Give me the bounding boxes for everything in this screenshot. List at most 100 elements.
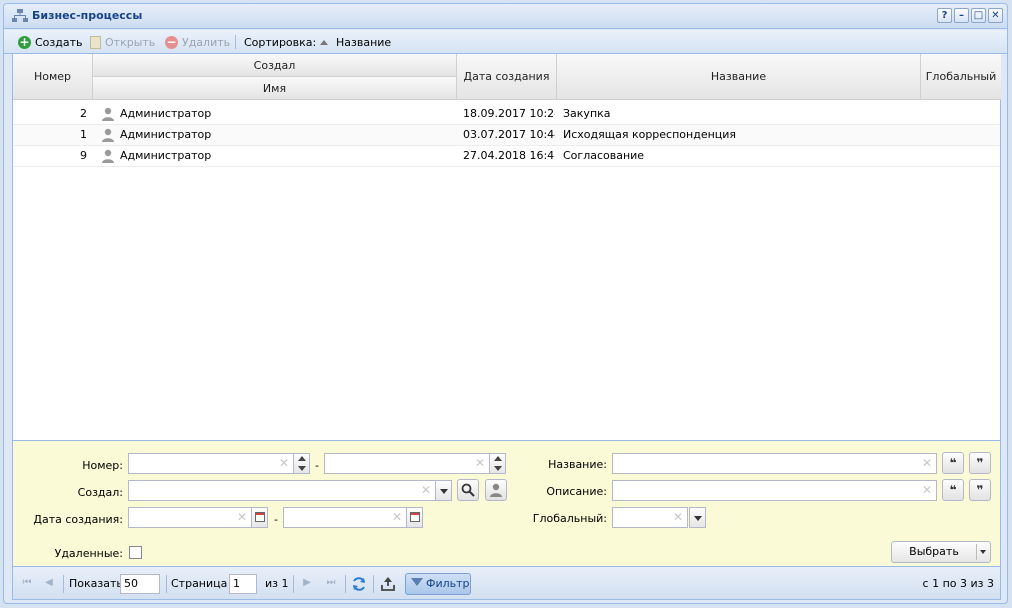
date-to-picker[interactable] <box>406 507 423 528</box>
clear-icon[interactable]: ✕ <box>475 456 485 470</box>
global-filter-label: Глобальный: <box>532 512 607 525</box>
table-row[interactable]: 2 Администратор 18.09.2017 10:24 Закупка <box>13 104 1000 125</box>
minimize-button[interactable]: – <box>954 8 969 23</box>
search-user-button[interactable] <box>457 479 479 501</box>
document-icon <box>90 35 101 49</box>
column-header-created-date[interactable]: Дата создания <box>457 54 557 100</box>
date-to-input[interactable]: ✕ <box>283 507 407 528</box>
spin-down-icon[interactable] <box>494 466 502 471</box>
select-button-label: Выбрать <box>909 545 959 558</box>
date-from-picker[interactable] <box>251 507 268 528</box>
close-button[interactable]: ✕ <box>988 8 1003 23</box>
description-quote-close-button[interactable]: ❞ <box>969 479 991 501</box>
deleted-filter-label: Удаленные: <box>54 547 123 560</box>
filter-button-label: Фильтр <box>426 577 470 590</box>
open-button[interactable]: Открыть <box>90 34 155 50</box>
next-page-icon[interactable]: ▶ <box>301 577 313 589</box>
cell-global <box>927 125 997 145</box>
window-title: Бизнес-процессы <box>32 9 143 22</box>
pager-separator <box>63 575 64 593</box>
number-from-stepper[interactable] <box>293 453 310 474</box>
page-label: Страница <box>171 577 228 590</box>
number-to-stepper[interactable] <box>489 453 506 474</box>
created-by-dropdown[interactable] <box>435 480 452 501</box>
delete-label: Удалить <box>182 35 231 49</box>
column-header-global[interactable]: Глобальный <box>921 54 1001 100</box>
pager-separator <box>345 575 346 593</box>
cell-user: Администратор <box>120 107 212 120</box>
calendar-icon <box>255 512 265 522</box>
title-filter-label: Название: <box>548 458 607 471</box>
created-by-input[interactable]: ✕ <box>128 480 436 501</box>
delete-button[interactable]: − Удалить <box>165 34 230 50</box>
maximize-button[interactable]: □ <box>971 8 986 23</box>
title-quote-close-button[interactable]: ❞ <box>969 452 991 474</box>
chevron-down-icon[interactable] <box>980 550 986 554</box>
main-toolbar: + Создать Открыть − Удалить Сортировка: … <box>4 30 1007 54</box>
cell-date: 27.04.2018 16:47 <box>463 149 555 162</box>
spin-up-icon[interactable] <box>298 456 306 461</box>
page-number-input[interactable]: 1 <box>229 574 257 594</box>
created-by-filter-label: Создал: <box>77 486 123 499</box>
cell-user: Администратор <box>120 128 212 141</box>
pager-separator <box>166 575 167 593</box>
business-processes-window: Бизнес-процессы ? – □ ✕ + Создать Открыт… <box>3 3 1008 604</box>
select-button[interactable]: Выбрать <box>891 541 991 563</box>
title-input[interactable]: ✕ <box>612 453 937 474</box>
page-size-input[interactable]: 50 <box>120 574 160 594</box>
cell-number: 9 <box>80 149 87 162</box>
number-from-input[interactable]: ✕ <box>128 453 294 474</box>
refresh-icon[interactable] <box>351 576 367 592</box>
number-to-input[interactable]: ✕ <box>324 453 490 474</box>
filter-toggle-button[interactable]: Фильтр <box>405 573 471 595</box>
help-button[interactable]: ? <box>937 8 952 23</box>
column-header-name[interactable]: Имя <box>93 77 457 100</box>
spin-down-icon[interactable] <box>298 466 306 471</box>
cell-title: Исходящая корреспонденция <box>563 128 737 141</box>
sort-field-label: Название <box>336 35 392 49</box>
date-from-input[interactable]: ✕ <box>128 507 252 528</box>
clear-icon[interactable]: ✕ <box>673 510 683 524</box>
paging-summary: с 1 по 3 из 3 <box>922 577 994 590</box>
window-tools: ? – □ ✕ <box>937 8 1003 23</box>
title-quote-open-button[interactable]: ❝ <box>942 452 964 474</box>
global-select[interactable]: ✕ <box>612 507 688 528</box>
current-user-button[interactable] <box>485 479 507 501</box>
delete-icon: − <box>165 34 178 49</box>
cell-global <box>927 146 997 166</box>
spin-up-icon[interactable] <box>494 456 502 461</box>
show-label: Показать <box>69 577 123 590</box>
paging-toolbar: ⏮ ◀ Показать 50 Страница 1 из 1 ▶ ⏭ Филь… <box>12 567 1001 600</box>
clear-icon[interactable]: ✕ <box>237 510 247 524</box>
create-button[interactable]: + Создать <box>18 34 83 50</box>
description-quote-open-button[interactable]: ❝ <box>942 479 964 501</box>
clear-icon[interactable]: ✕ <box>922 483 932 497</box>
split-divider <box>976 544 977 560</box>
export-icon[interactable] <box>380 576 396 592</box>
description-filter-label: Описание: <box>546 485 607 498</box>
global-dropdown[interactable] <box>689 507 706 528</box>
pager-separator <box>293 575 294 593</box>
open-label: Открыть <box>105 35 156 49</box>
clear-icon[interactable]: ✕ <box>922 456 932 470</box>
table-row[interactable]: 9 Администратор 27.04.2018 16:47 Согласо… <box>13 146 1000 167</box>
filter-icon <box>411 578 423 586</box>
range-dash: - <box>274 513 278 526</box>
sort-field-button[interactable]: Название <box>320 34 391 50</box>
column-header-number[interactable]: Номер <box>13 54 93 100</box>
last-page-icon[interactable]: ⏭ <box>325 577 337 589</box>
deleted-checkbox[interactable] <box>129 546 142 559</box>
table-row[interactable]: 1 Администратор 03.07.2017 10:44 Исходящ… <box>13 125 1000 146</box>
processes-grid: Номер Создал Имя Дата создания Название … <box>12 54 1001 440</box>
add-icon: + <box>18 34 31 49</box>
cell-number: 2 <box>80 107 87 120</box>
clear-icon[interactable]: ✕ <box>279 456 289 470</box>
description-input[interactable]: ✕ <box>612 480 937 501</box>
clear-icon[interactable]: ✕ <box>392 510 402 524</box>
clear-icon[interactable]: ✕ <box>421 483 431 497</box>
prev-page-icon[interactable]: ◀ <box>43 577 55 589</box>
column-header-title[interactable]: Название <box>557 54 921 100</box>
first-page-icon[interactable]: ⏮ <box>21 577 33 589</box>
sort-label-text: Сортировка: <box>244 35 317 49</box>
range-dash: - <box>315 459 319 472</box>
